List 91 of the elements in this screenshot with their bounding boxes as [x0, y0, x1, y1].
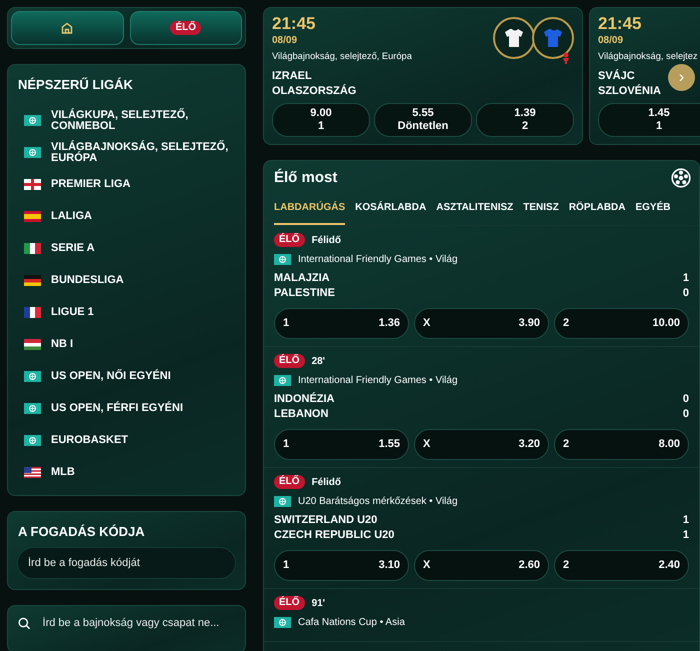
match-time: 21:45 [598, 14, 642, 33]
team-name: IZRAEL [272, 68, 312, 84]
live-badge: ÉLŐ [274, 354, 305, 368]
marker-icon [562, 52, 570, 64]
live-badge: ÉLŐ [274, 233, 305, 247]
match-status: 91' [312, 596, 326, 610]
sport-tab[interactable]: RÖPLABDA [568, 198, 626, 224]
score: 0 [682, 392, 689, 406]
league-link[interactable]: SERIE A [51, 243, 95, 254]
globe-icon [24, 371, 41, 382]
football-icon [671, 168, 691, 188]
sport-tab[interactable]: EGYÉB [635, 198, 670, 224]
flag-icon [24, 275, 41, 286]
section-title: Élő most [274, 168, 338, 188]
globe-icon [24, 403, 41, 414]
score: 0 [682, 406, 689, 422]
home-button[interactable] [11, 11, 124, 45]
flag-icon [24, 339, 41, 350]
sport-tab[interactable]: KOSÁRLABDA [355, 198, 426, 224]
panel-title: A FOGADÁS KÓDJA [17, 522, 146, 540]
league-link[interactable]: LIGUE 1 [51, 307, 94, 318]
flag-icon [24, 179, 41, 190]
league-name: Világbajnokság, selejtező, Európa [272, 50, 412, 63]
score: 0 [682, 286, 689, 300]
flag-icon [24, 467, 41, 478]
league-link[interactable]: EUROBASKET [51, 435, 128, 446]
live-badge: ÉLŐ [274, 596, 305, 610]
team-name: CZECH REPUBLIC U20 [274, 528, 394, 542]
odds-button[interactable]: 2 10.00 [554, 308, 689, 338]
sport-tab[interactable]: LABDARÚGÁS [274, 198, 346, 224]
odds-button[interactable]: 1 1.55 [274, 428, 409, 460]
flag-icon [24, 307, 41, 318]
live-button[interactable]: ÉLŐ [130, 11, 242, 45]
league-link[interactable]: BUNDESLIGA [51, 275, 124, 286]
team-name: MALAJZIA [274, 270, 330, 286]
league-link[interactable]: US OPEN, FÉRFI EGYÉNI [51, 403, 184, 414]
score: 1 [682, 528, 689, 542]
flag-icon [24, 243, 41, 254]
league-link[interactable]: PREMIER LIGA [51, 179, 130, 190]
team-name: SZLOVÉNIA [598, 84, 661, 98]
globe-icon [274, 616, 291, 628]
team-name: SVÁJC [598, 68, 635, 84]
odds-button[interactable]: 1.39 2 [476, 102, 574, 136]
odds-button[interactable]: 5.55 Döntetlen [374, 102, 472, 136]
home-icon [61, 22, 74, 34]
team-name: PALESTINE [274, 286, 335, 300]
league-link[interactable]: MLB [51, 467, 75, 478]
odds-button[interactable]: 9.00 1 [272, 102, 370, 136]
sport-tab[interactable]: ASZTALITENISZ [436, 198, 514, 224]
team-name: SWITZERLAND U20 [274, 512, 378, 528]
odds-button[interactable]: X 3.90 [414, 308, 549, 338]
odds-button[interactable]: 2 2.40 [554, 550, 689, 580]
globe-icon [274, 496, 291, 506]
search-icon [18, 616, 31, 630]
league-name: U20 Barátságos mérkőzések • Világ [298, 494, 458, 508]
league-name: Világbajnokság, selejtez [598, 50, 698, 63]
odds-button[interactable]: X 2.60 [414, 550, 549, 580]
league-link[interactable]: US OPEN, NŐI EGYÉNI [51, 371, 171, 382]
league-link[interactable]: VILÁGBAJNOKSÁG, SELEJTEZŐ, EURÓPA [51, 142, 229, 164]
league-link[interactable]: NB I [51, 339, 73, 350]
score: 1 [682, 512, 689, 528]
match-status: 28' [312, 354, 326, 368]
match-status: Félidő [312, 476, 342, 490]
team-name: INDONÉZIA [274, 392, 334, 406]
odds-button[interactable]: 1.45 1 [598, 102, 700, 136]
live-badge: ÉLŐ [274, 475, 305, 489]
team-name: LEBANON [274, 406, 328, 422]
odds-button[interactable]: X 3.20 [414, 428, 549, 460]
globe-icon [24, 435, 41, 446]
globe-icon [24, 115, 41, 126]
match-time: 21:45 [272, 14, 316, 33]
score: 1 [682, 270, 689, 286]
match-status: Félidő [312, 234, 342, 248]
odds-button[interactable]: 1 3.10 [274, 550, 409, 580]
league-link[interactable]: LALIGA [51, 211, 92, 222]
league-link[interactable]: VILÁGKUPA, SELEJTEZŐ, CONMEBOL [51, 110, 229, 132]
odds-button[interactable]: 2 8.00 [554, 428, 689, 460]
league-name: International Friendly Games • Világ [298, 374, 458, 388]
league-name: International Friendly Games • Világ [298, 252, 458, 266]
flag-icon [24, 211, 41, 222]
team-name: OLASZORSZÁG [272, 84, 356, 98]
panel-title: NÉPSZERŰ LIGÁK [17, 76, 134, 94]
live-badge: ÉLŐ [170, 21, 202, 35]
sport-tab[interactable]: TENISZ [523, 198, 559, 224]
match-date: 08/09 [598, 34, 624, 48]
globe-icon [274, 254, 291, 264]
globe-icon [274, 374, 291, 386]
globe-icon [24, 147, 41, 158]
match-date: 08/09 [272, 34, 298, 48]
league-name: Cafa Nations Cup • Asia [298, 616, 405, 630]
odds-button[interactable]: 1 1.36 [274, 308, 409, 338]
